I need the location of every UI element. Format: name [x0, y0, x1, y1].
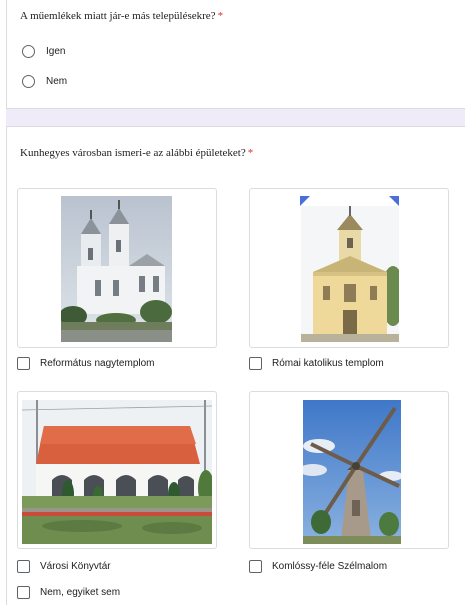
question-title: Kunhegyes városban ismeri-e az alábbi ép…	[20, 147, 254, 159]
radio-option-nem[interactable]: Nem	[22, 73, 67, 89]
checkbox-option-reformatus[interactable]: Református nagytemplom	[17, 355, 155, 371]
library-building-photo	[22, 400, 212, 544]
radio-label: Nem	[46, 75, 68, 87]
required-mark: *	[217, 10, 224, 22]
checkbox[interactable]	[17, 559, 30, 573]
image-card-konyvtar[interactable]	[17, 391, 217, 549]
radio-option-igen[interactable]: Igen	[22, 43, 65, 59]
question-card-1: A műemlékek miatt jár-e más településekr…	[6, 0, 465, 109]
corner-marker-icon	[300, 196, 310, 206]
checkbox[interactable]	[249, 356, 262, 370]
corner-marker-icon	[389, 196, 399, 206]
image-card-reformatus[interactable]	[17, 188, 217, 348]
checkbox[interactable]	[17, 585, 30, 599]
checkbox-option-konyvtar[interactable]: Városi Könyvtár	[17, 558, 111, 574]
radio-button[interactable]	[22, 44, 35, 58]
radio-label: Igen	[46, 45, 66, 57]
image-card-romai-katolikus[interactable]	[249, 188, 449, 348]
catholic-church-photo	[301, 206, 399, 342]
checkbox-label: Komlóssy-féle Szélmalom	[272, 560, 388, 572]
question-title: A műemlékek miatt jár-e más településekr…	[20, 10, 224, 22]
required-mark: *	[247, 147, 254, 159]
checkbox-label: Városi Könyvtár	[40, 560, 111, 572]
checkbox-label: Római katolikus templom	[272, 357, 384, 369]
question-card-2: Kunhegyes városban ismeri-e az alábbi ép…	[6, 126, 465, 606]
checkbox-label: Nem, egyiket sem	[40, 586, 121, 598]
image-card-szelmalom[interactable]	[249, 391, 449, 549]
windmill-photo	[303, 400, 401, 544]
checkbox-label: Református nagytemplom	[40, 357, 155, 369]
radio-button[interactable]	[22, 74, 35, 88]
checkbox-option-romai-katolikus[interactable]: Római katolikus templom	[249, 355, 384, 371]
checkbox[interactable]	[17, 356, 30, 370]
checkbox-option-szelmalom[interactable]: Komlóssy-féle Szélmalom	[249, 558, 387, 574]
section-divider	[6, 109, 465, 126]
checkbox-option-none[interactable]: Nem, egyiket sem	[17, 584, 120, 600]
twin-tower-church-photo	[61, 196, 172, 342]
checkbox[interactable]	[249, 559, 262, 573]
